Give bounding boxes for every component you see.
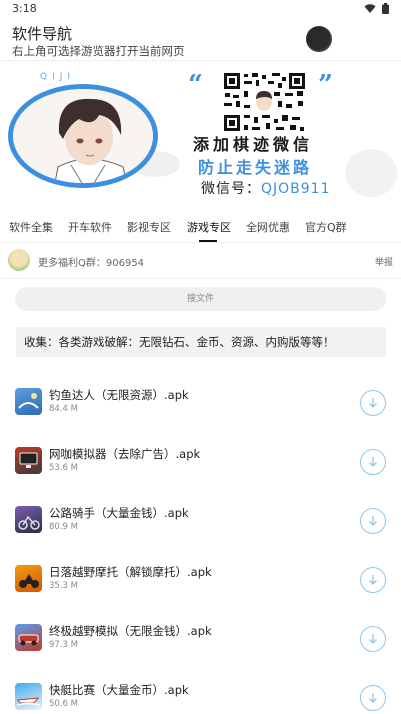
collection-notice: 收集：各类游戏破解：无限钻石、金币、资源、内购版等等！: [16, 327, 386, 357]
report-link[interactable]: 举报: [375, 255, 393, 268]
netcafe-game-icon: [15, 447, 42, 474]
status-time: 3:18: [12, 2, 37, 15]
file-size: 97.3 M: [49, 640, 78, 650]
category-tabs: 软件全集 开车软件 影视专区 游戏专区 全网优惠 官方Q群: [0, 207, 401, 243]
file-name: 钓鱼达人（无限资源）.apk: [49, 388, 189, 402]
download-button[interactable]: [360, 390, 386, 416]
tab-driving-software[interactable]: 开车软件: [68, 219, 112, 235]
download-button[interactable]: [360, 449, 386, 475]
search-input[interactable]: 搜文件: [15, 287, 386, 311]
file-name: 网咖模拟器（去除广告）.apk: [49, 447, 201, 461]
banner-headline: 添加棋迹微信: [193, 135, 314, 154]
qq-group-row[interactable]: 更多福利Q群：906954 举报: [0, 245, 401, 279]
menu-dot-icon[interactable]: [306, 26, 332, 52]
banner-avatar: [8, 84, 158, 188]
download-icon: [369, 516, 377, 526]
fishing-game-icon: [15, 388, 42, 415]
download-icon: [369, 693, 377, 703]
banner-brand-text: QIJI: [40, 72, 76, 82]
file-size: 84.4 M: [49, 404, 78, 414]
tab-game-zone[interactable]: 游戏专区: [187, 219, 231, 235]
wechat-id-value: QJOB911: [261, 181, 331, 197]
status-bar: 3:18: [0, 0, 401, 18]
sunset-moto-game-icon: [15, 565, 42, 592]
download-icon: [369, 398, 377, 408]
download-button[interactable]: [360, 626, 386, 652]
wechat-id-label: 微信号：: [201, 181, 261, 197]
banner-wechat-id: 微信号：QJOB911: [201, 178, 331, 198]
download-button[interactable]: [360, 567, 386, 593]
list-item[interactable]: 快艇比赛（大量金币）.apk 50.6 M: [0, 669, 401, 714]
banner-cloud-decoration: [345, 149, 397, 197]
battery-icon: [382, 3, 389, 14]
file-size: 53.6 M: [49, 463, 78, 473]
qr-code: [222, 71, 307, 133]
list-item[interactable]: 网咖模拟器（去除广告）.apk 53.6 M: [0, 433, 401, 492]
file-size: 35.3 M: [49, 581, 78, 591]
file-name: 终极越野模拟（无限金钱）.apk: [49, 624, 212, 638]
qr-code-icon: [222, 71, 307, 133]
qq-group-avatar: [8, 249, 30, 271]
file-size: 80.9 M: [49, 522, 78, 532]
list-item[interactable]: 终极越野模拟（无限金钱）.apk 97.3 M: [0, 610, 401, 669]
file-name: 快艇比赛（大量金币）.apk: [49, 683, 189, 697]
banner-quote-right: ”: [318, 70, 333, 100]
app-header: 软件导航 右上角可选择游览器打开当前网页: [0, 18, 401, 60]
file-name: 公路骑手（大量金钱）.apk: [49, 506, 189, 520]
tab-official-qq-group[interactable]: 官方Q群: [305, 219, 347, 235]
page-title: 软件导航: [12, 25, 73, 43]
tab-software-all[interactable]: 软件全集: [9, 219, 53, 235]
active-tab-indicator: [199, 240, 217, 242]
file-name: 日落越野摩托（解锁摩托）.apk: [49, 565, 212, 579]
banner-quote-left: “: [188, 70, 203, 100]
road-rider-game-icon: [15, 506, 42, 533]
wifi-icon: [364, 3, 376, 13]
file-size: 50.6 M: [49, 699, 78, 709]
promo-banner[interactable]: QIJI “ ” 添加棋迹微信 防止走失迷路 微信号：QJOB911: [0, 60, 401, 207]
offroad-sim-game-icon: [15, 624, 42, 651]
download-icon: [369, 457, 377, 467]
tab-deals[interactable]: 全网优惠: [246, 219, 290, 235]
list-item[interactable]: 日落越野摩托（解锁摩托）.apk 35.3 M: [0, 551, 401, 610]
download-icon: [369, 575, 377, 585]
download-button[interactable]: [360, 508, 386, 534]
download-button[interactable]: [360, 685, 386, 711]
tab-video-zone[interactable]: 影视专区: [127, 219, 171, 235]
banner-tagline: 防止走失迷路: [198, 158, 313, 177]
speedboat-game-icon: [15, 683, 42, 710]
qq-group-label: 更多福利Q群：906954: [38, 258, 145, 269]
status-icons: [364, 3, 389, 14]
list-item[interactable]: 钓鱼达人（无限资源）.apk 84.4 M: [0, 374, 401, 433]
download-icon: [369, 634, 377, 644]
page-subtitle: 右上角可选择游览器打开当前网页: [12, 44, 185, 58]
list-item[interactable]: 公路骑手（大量金钱）.apk 80.9 M: [0, 492, 401, 551]
